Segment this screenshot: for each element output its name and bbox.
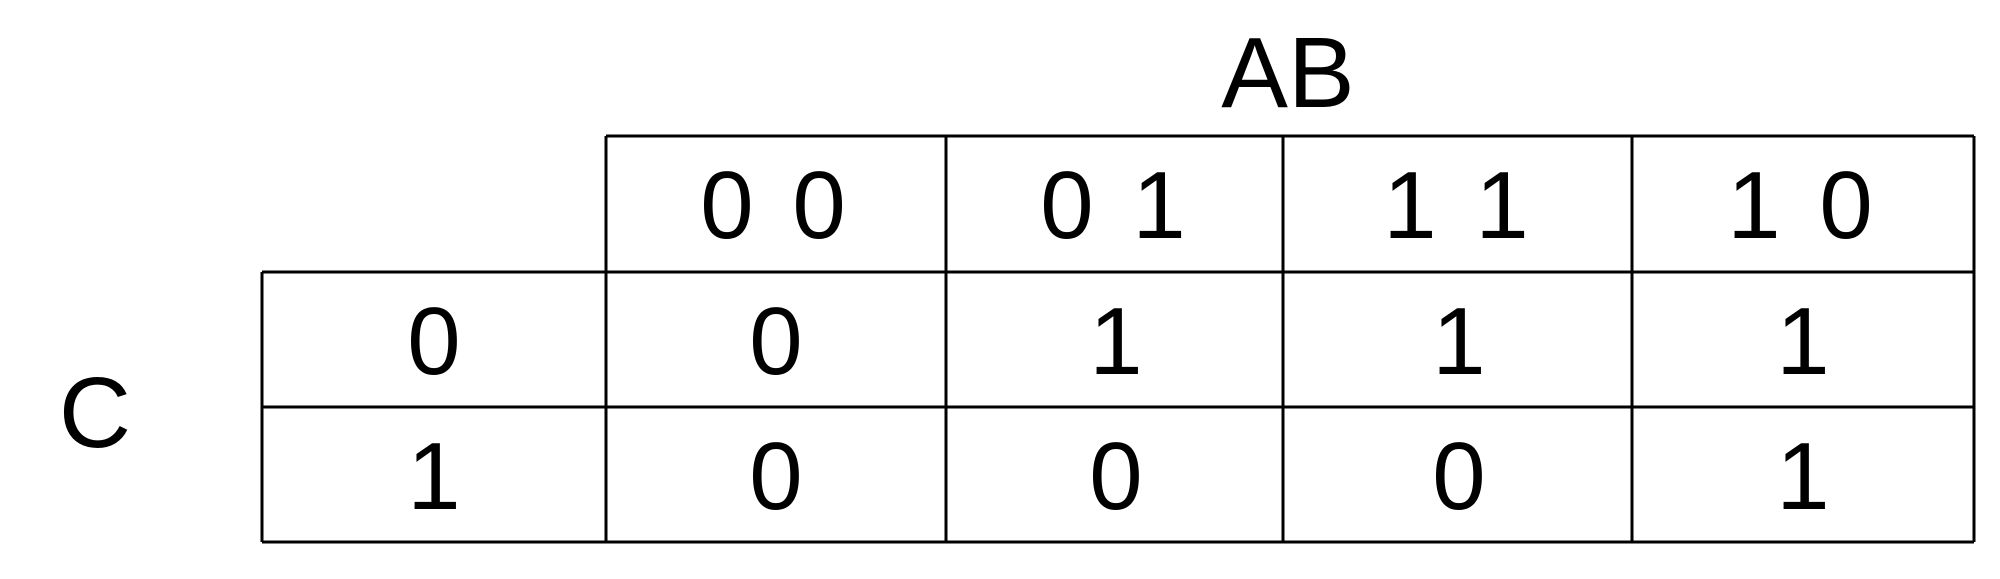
- row-variables-label: C: [59, 357, 131, 469]
- cell-value: 0: [1432, 423, 1485, 530]
- cell-value: 1: [1432, 288, 1485, 395]
- cell-value: 0: [749, 288, 802, 395]
- cell-row-1: 0 0 0 1: [749, 423, 1829, 530]
- cell-value: 1: [1776, 423, 1829, 530]
- karnaugh-map: AB C 0 0 0 1 1 1 1 0 0 1 0 1 1 1 0 0 0 1: [59, 17, 1976, 544]
- column-variables-label: AB: [1221, 17, 1354, 129]
- row-header: 1: [407, 423, 460, 530]
- column-headers: 0 0 0 1 1 1 1 0: [700, 152, 1878, 259]
- cell-value: 0: [1089, 423, 1142, 530]
- column-header: 0 1: [1040, 152, 1191, 259]
- column-header: 1 0: [1727, 152, 1878, 259]
- cell-row-0: 0 1 1 1: [749, 288, 1829, 395]
- row-headers: 0 1: [407, 288, 460, 530]
- cell-value: 1: [1089, 288, 1142, 395]
- cell-value: 1: [1776, 288, 1829, 395]
- column-header: 0 0: [700, 152, 851, 259]
- cell-value: 0: [749, 423, 802, 530]
- column-header: 1 1: [1383, 152, 1534, 259]
- row-header: 0: [407, 288, 460, 395]
